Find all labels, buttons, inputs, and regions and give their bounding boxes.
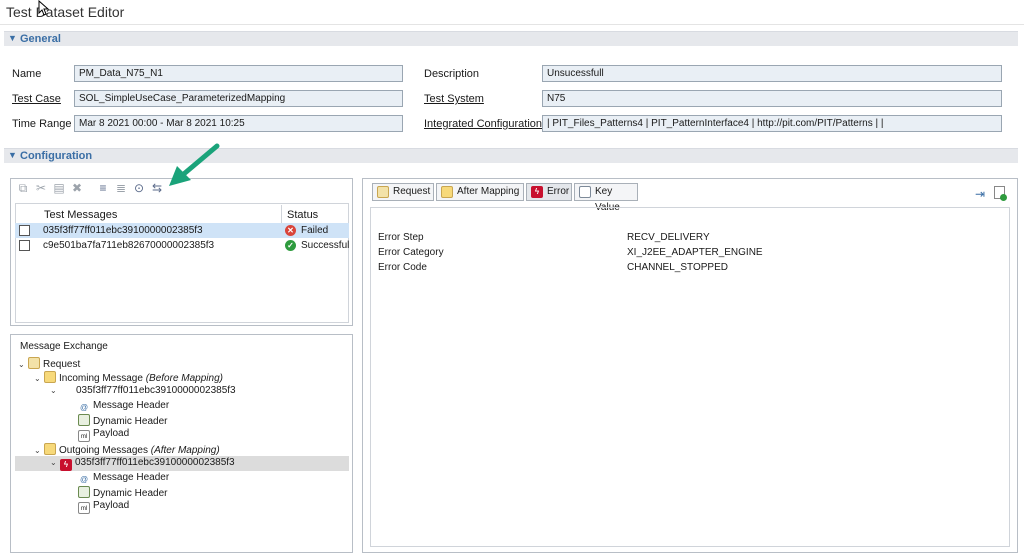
error-details-area (370, 207, 1010, 547)
message-id: 035f3ff77ff011ebc3910000002385f3 (43, 225, 203, 236)
message-id: c9e501ba7fa711eb82670000002385f3 (43, 240, 215, 251)
table-row[interactable]: 035f3ff77ff011ebc3910000002385f3 ✕ Faile… (15, 223, 349, 238)
dynamic-header-icon (78, 414, 90, 426)
chevron-down-icon: ▼ (8, 150, 17, 160)
tab-key-value[interactable]: Key Value (574, 183, 638, 213)
table-row[interactable]: c9e501ba7fa711eb82670000002385f3 ✓ Succe… (15, 238, 349, 253)
row-checkbox[interactable] (19, 240, 30, 251)
message-exchange-title: Message Exchange (20, 341, 108, 352)
status-text: Successful (301, 240, 350, 251)
status-text: Failed (301, 225, 329, 236)
error-icon: ϟ (531, 186, 543, 198)
envelope-icon (44, 443, 56, 455)
tree-item-dynamic-header[interactable]: Dynamic Header (78, 414, 167, 428)
at-sign-icon: @ (79, 475, 89, 484)
tab-error[interactable]: ϟ Error (526, 183, 572, 201)
paste-icon[interactable]: ▤ (52, 181, 66, 195)
success-icon: ✓ (285, 240, 296, 251)
column-header-status[interactable]: Status (287, 209, 318, 221)
time-range-field[interactable]: Mar 8 2021 00:00 - Mar 8 2021 10:25 (74, 115, 403, 132)
delete-icon[interactable]: ✖ (70, 181, 84, 195)
xml-file-icon: ml (78, 502, 90, 514)
description-field[interactable]: Unsucessfull (542, 65, 1002, 82)
error-step-value: RECV_DELIVERY (627, 232, 710, 243)
integrated-configuration-field[interactable]: | PIT_Files_Patterns4 | PIT_PatternInter… (542, 115, 1002, 132)
tree-item-outgoing-id[interactable]: ⌄ ϟ 035f3ff77ff011ebc3910000002385f3 (50, 457, 235, 471)
name-label: Name (12, 68, 42, 80)
general-section-header[interactable]: ▼ General (4, 31, 1018, 46)
tree-item-message-header[interactable]: @ Message Header (78, 472, 169, 486)
chevron-down-icon: ▼ (8, 33, 17, 43)
column-header-test-messages[interactable]: Test Messages (44, 209, 117, 221)
tree-item-outgoing-messages[interactable]: ⌄ Outgoing Messages (After Mapping) (34, 443, 220, 457)
test-case-link[interactable]: Test Case (12, 93, 61, 105)
check-badge-icon (1000, 194, 1007, 201)
error-icon: ϟ (60, 459, 72, 471)
tree-item-dynamic-header[interactable]: Dynamic Header (78, 486, 167, 500)
tree-item-message-header[interactable]: @ Message Header (78, 400, 169, 414)
find-icon[interactable]: ⊙ (132, 181, 146, 195)
test-case-field[interactable]: SOL_SimpleUseCase_ParameterizedMapping (74, 90, 403, 107)
cut-icon[interactable]: ✂ (34, 181, 48, 195)
tree-item-incoming-id[interactable]: ⌄ 035f3ff77ff011ebc3910000002385f3 (50, 385, 236, 399)
align-justify-icon[interactable]: ≣ (114, 181, 128, 195)
general-section-label: General (20, 33, 61, 45)
tree-item-payload[interactable]: ml Payload (78, 500, 129, 514)
chevron-down-icon: ⌄ (50, 458, 57, 467)
description-label: Description (424, 68, 480, 80)
xml-file-icon: ml (78, 430, 90, 442)
error-category-value: XI_J2EE_ADAPTER_ENGINE (627, 247, 763, 258)
tree-item-request[interactable]: ⌄ Request (18, 357, 80, 371)
mouse-cursor-icon (38, 0, 50, 16)
column-divider (281, 205, 282, 223)
time-range-label: Time Range (12, 118, 72, 130)
chevron-down-icon: ⌄ (18, 360, 25, 369)
align-left-icon[interactable]: ≡ (96, 181, 110, 195)
chevron-down-icon: ⌄ (34, 446, 41, 455)
envelope-icon (441, 186, 453, 198)
envelope-icon (44, 371, 56, 383)
compare-icon[interactable]: ⇆ (150, 181, 164, 195)
error-code-value: CHANNEL_STOPPED (627, 262, 728, 273)
error-step-label: Error Step (378, 232, 424, 243)
editor-title-bar (0, 0, 1024, 25)
tab-request[interactable]: Request (372, 183, 434, 201)
name-field[interactable]: PM_Data_N75_N1 (74, 65, 403, 82)
copy-icon[interactable]: ⧉ (16, 181, 30, 195)
key-value-icon (579, 186, 591, 198)
failed-icon: ✕ (285, 225, 296, 236)
tab-after-mapping[interactable]: After Mapping (436, 183, 524, 201)
configuration-section-label: Configuration (20, 150, 93, 162)
test-messages-table (15, 203, 349, 323)
test-system-link[interactable]: Test System (424, 93, 484, 105)
tree-item-incoming-message[interactable]: ⌄ Incoming Message (Before Mapping) (34, 371, 223, 385)
request-icon (28, 357, 40, 369)
row-checkbox[interactable] (19, 225, 30, 236)
integrated-configuration-link[interactable]: Integrated Configuration (424, 118, 542, 130)
dynamic-header-icon (78, 486, 90, 498)
error-code-label: Error Code (378, 262, 427, 273)
window-title: Test Dataset Editor (6, 4, 125, 20)
annotation-arrow-icon (169, 143, 220, 186)
export-icon[interactable]: ⇥ (975, 187, 985, 201)
tree-item-payload[interactable]: ml Payload (78, 428, 129, 442)
at-sign-icon: @ (79, 403, 89, 412)
configuration-section-header[interactable]: ▼ Configuration (4, 148, 1018, 163)
error-category-label: Error Category (378, 247, 444, 258)
test-system-field[interactable]: N75 (542, 90, 1002, 107)
document-check-icon[interactable] (994, 186, 1007, 201)
request-icon (377, 186, 389, 198)
chevron-down-icon: ⌄ (34, 374, 41, 383)
chevron-down-icon: ⌄ (50, 386, 57, 395)
